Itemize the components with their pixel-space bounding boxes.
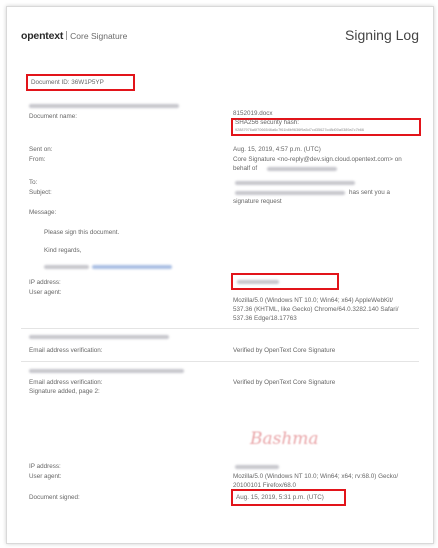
user-agent-1-line3: 537.36 Edge/18.17763: [233, 315, 297, 322]
value-file-name: 8152019.docx: [233, 110, 273, 117]
logo-separator: [66, 31, 68, 40]
redacted-from-name: [267, 167, 337, 171]
value-hash-label: SHA256 security hash:: [235, 119, 300, 126]
label-user-agent-2: User agent:: [29, 473, 62, 480]
message-line1: Please sign this document.: [44, 229, 120, 236]
handwritten-signature: Bashma: [250, 429, 319, 449]
logo-product: Core Signature: [70, 31, 128, 41]
redacted-sender-name: [29, 104, 179, 108]
label-user-agent-1: User agent:: [29, 289, 62, 296]
label-sent-on: Sent on:: [29, 146, 53, 153]
value-hash: 92887976a6f7066546a6c7f61b8b9636f9a5d7cd…: [235, 128, 365, 132]
label-message: Message:: [29, 209, 57, 216]
redacted-message-name: [44, 265, 89, 269]
document-id: Document ID: 36W1P5YP: [31, 79, 104, 86]
redacted-subject-name: [235, 191, 345, 195]
value-verified-1: Verified by OpenText Core Signature: [233, 347, 336, 354]
value-from-line2: behalf of: [233, 165, 258, 172]
user-agent-1-line1: Mozilla/5.0 (Windows NT 10.0; Win64; x64…: [233, 297, 394, 304]
label-document-signed: Document signed:: [29, 494, 80, 501]
page-title: Signing Log: [345, 27, 419, 43]
label-email-verification-2: Email address verification:: [29, 379, 103, 386]
redacted-verifier-name-1: [29, 335, 169, 339]
redacted-signer-name: [29, 369, 184, 373]
opentext-logo: opentext Core Signature: [21, 30, 127, 42]
user-agent-2-line1: Mozilla/5.0 (Windows NT 10.0; Win64; x64…: [233, 473, 399, 480]
redacted-ip-2: [235, 465, 279, 469]
redacted-message-email: [92, 265, 172, 269]
redacted-ip-1: [237, 280, 279, 284]
value-subject-tail: has sent you a: [349, 189, 390, 196]
value-document-signed: Aug. 15, 2019, 5:31 p.m. (UTC): [236, 494, 324, 501]
logo-brand: opentext: [21, 30, 64, 42]
label-email-verification-1: Email address verification:: [29, 347, 103, 354]
value-sent-on: Aug. 15, 2019, 4:57 p.m. (UTC): [233, 146, 321, 153]
message-line2: Kind regards,: [44, 247, 82, 254]
value-from-line1: Core Signature <no-reply@dev.sign.cloud.…: [233, 156, 402, 163]
label-document-name: Document name:: [29, 113, 77, 120]
label-ip-address-2: IP address:: [29, 463, 61, 470]
signing-log-page: opentext Core Signature Signing Log Docum…: [6, 6, 434, 544]
label-to: To:: [29, 179, 38, 186]
user-agent-1-line2: 537.36 (KHTML, like Gecko) Chrome/64.0.3…: [233, 306, 399, 313]
section-divider-2: [21, 361, 419, 362]
redacted-to: [235, 181, 355, 185]
label-ip-address-1: IP address:: [29, 279, 61, 286]
value-verified-2: Verified by OpenText Core Signature: [233, 379, 336, 386]
label-from: From:: [29, 156, 46, 163]
value-subject-line2: signature request: [233, 198, 282, 205]
label-signature-added: Signature added, page 2:: [29, 388, 100, 395]
label-subject: Subject:: [29, 189, 52, 196]
section-divider-1: [21, 328, 419, 329]
